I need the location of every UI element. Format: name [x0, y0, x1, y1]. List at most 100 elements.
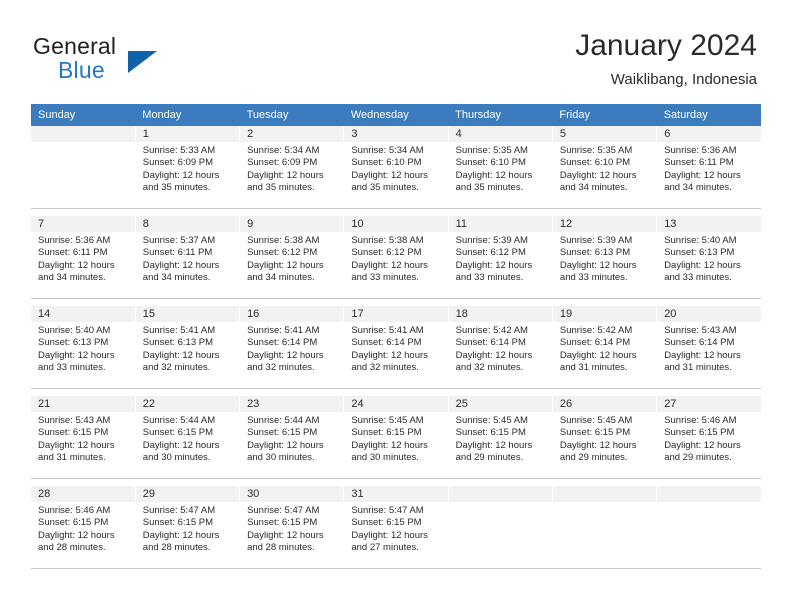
- sunrise-time: Sunrise: 5:39 AM: [559, 235, 633, 246]
- calendar-day-cell[interactable]: 8 Sunrise: 5:37 AM Sunset: 6:11 PM Daylight…: [135, 216, 241, 298]
- day-number: 15: [135, 306, 240, 322]
- day-number: 10: [344, 216, 448, 232]
- day-cell-inner: 14 Sunrise: 5:40 AM Sunset: 6:13 PM Dayligh…: [31, 306, 135, 388]
- calendar-day-cell[interactable]: 4 Sunrise: 5:35 AM Sunset: 6:10 PM Daylight…: [448, 126, 553, 208]
- daylight-duration-line2: and 30 minutes.: [351, 452, 419, 464]
- calendar-empty-cell: [656, 486, 761, 568]
- calendar-day-cell[interactable]: 26 Sunrise: 5:45 AM Sunset: 6:15 PM Dayligh…: [552, 396, 658, 478]
- calendar-week-row: 7 Sunrise: 5:36 AM Sunset: 6:11 PM Daylight…: [31, 216, 761, 298]
- sunrise-time: Sunrise: 5:44 AM: [247, 415, 320, 426]
- day-cell-inner: 7 Sunrise: 5:36 AM Sunset: 6:11 PM Daylight…: [31, 216, 135, 298]
- day-cell-inner: 15 Sunrise: 5:41 AM Sunset: 6:13 PM Dayligh…: [135, 306, 240, 388]
- calendar-day-cell[interactable]: 23 Sunrise: 5:44 AM Sunset: 6:15 PM Dayligh…: [239, 396, 345, 478]
- daylight-duration-line2: and 32 minutes.: [142, 362, 211, 374]
- sunset-time: Sunset: 6:13 PM: [142, 337, 214, 349]
- daylight-duration-line1: Daylight: 12 hours: [664, 259, 741, 271]
- calendar-day-cell[interactable]: 31 Sunrise: 5:47 AM Sunset: 6:15 PM Dayligh…: [343, 486, 449, 568]
- sunset-time: Sunset: 6:12 PM: [351, 247, 422, 259]
- daylight-duration-line2: and 28 minutes.: [142, 542, 211, 554]
- calendar-day-cell[interactable]: 11 Sunrise: 5:39 AM Sunset: 6:12 PM Dayligh…: [448, 216, 553, 298]
- week-separator-row: [31, 568, 761, 576]
- daylight-duration-line2: and 28 minutes.: [38, 542, 106, 554]
- sunrise-time: Sunrise: 5:43 AM: [664, 325, 737, 336]
- week-separator: [31, 478, 761, 486]
- calendar-day-cell[interactable]: 19 Sunrise: 5:42 AM Sunset: 6:14 PM Dayligh…: [552, 306, 658, 388]
- daylight-duration-line2: and 29 minutes.: [559, 452, 628, 464]
- daylight-duration-line2: and 33 minutes.: [559, 272, 628, 284]
- calendar-day-cell[interactable]: 25 Sunrise: 5:45 AM Sunset: 6:15 PM Dayligh…: [448, 396, 553, 478]
- calendar-day-cell[interactable]: 29 Sunrise: 5:47 AM Sunset: 6:15 PM Dayligh…: [135, 486, 241, 568]
- calendar-day-cell[interactable]: 18 Sunrise: 5:42 AM Sunset: 6:14 PM Dayligh…: [448, 306, 553, 388]
- sunrise-time: Sunrise: 5:34 AM: [247, 145, 320, 156]
- daylight-duration-line2: and 34 minutes.: [247, 272, 315, 284]
- day-number: 20: [657, 306, 761, 322]
- sunset-time: Sunset: 6:12 PM: [455, 247, 526, 259]
- day-cell-inner: [552, 486, 657, 568]
- calendar-header-row: Sunday Monday Tuesday Wednesday Thursday…: [31, 104, 761, 126]
- day-number: 19: [552, 306, 657, 322]
- daylight-duration-line1: Daylight: 12 hours: [664, 169, 741, 181]
- calendar-day-cell[interactable]: 12 Sunrise: 5:39 AM Sunset: 6:13 PM Dayligh…: [552, 216, 658, 298]
- sunrise-time: Sunrise: 5:46 AM: [38, 505, 111, 516]
- calendar-day-cell[interactable]: 27 Sunrise: 5:46 AM Sunset: 6:15 PM Dayligh…: [656, 396, 761, 478]
- day-sun-info: Sunrise: 5:34 AM Sunset: 6:10 PM Daylight:…: [344, 142, 447, 195]
- daylight-duration-line1: Daylight: 12 hours: [142, 169, 220, 181]
- week-separator-row: [31, 208, 761, 216]
- calendar-day-cell[interactable]: 14 Sunrise: 5:40 AM Sunset: 6:13 PM Dayligh…: [31, 306, 136, 388]
- daylight-duration-line1: Daylight: 12 hours: [351, 349, 428, 361]
- weekday-header-tuesday: Tuesday: [239, 104, 344, 126]
- calendar-day-cell[interactable]: 16 Sunrise: 5:41 AM Sunset: 6:14 PM Dayligh…: [239, 306, 345, 388]
- calendar-day-cell[interactable]: 2 Sunrise: 5:34 AM Sunset: 6:09 PM Daylight…: [239, 126, 345, 208]
- day-number: 13: [657, 216, 761, 232]
- daylight-duration-line1: Daylight: 12 hours: [247, 529, 324, 541]
- sunrise-time: Sunrise: 5:41 AM: [351, 325, 424, 336]
- calendar-day-cell[interactable]: 24 Sunrise: 5:45 AM Sunset: 6:15 PM Dayligh…: [343, 396, 449, 478]
- day-sun-info: Sunrise: 5:46 AM Sunset: 6:15 PM Daylight:…: [31, 502, 135, 555]
- calendar-day-cell[interactable]: 17 Sunrise: 5:41 AM Sunset: 6:14 PM Dayligh…: [343, 306, 449, 388]
- sunset-time: Sunset: 6:15 PM: [142, 517, 214, 529]
- calendar-day-cell[interactable]: 1 Sunrise: 5:33 AM Sunset: 6:09 PM Daylight…: [135, 126, 241, 208]
- day-cell-inner: 21 Sunrise: 5:43 AM Sunset: 6:15 PM Dayligh…: [31, 396, 135, 478]
- day-cell-inner: 18 Sunrise: 5:42 AM Sunset: 6:14 PM Dayligh…: [448, 306, 552, 388]
- weekday-header-friday: Friday: [552, 104, 657, 126]
- sunset-time: Sunset: 6:15 PM: [351, 517, 422, 529]
- calendar-day-cell[interactable]: 5 Sunrise: 5:35 AM Sunset: 6:10 PM Daylight…: [552, 126, 658, 208]
- day-cell-inner: 1 Sunrise: 5:33 AM Sunset: 6:09 PM Daylight…: [135, 126, 240, 208]
- day-number: 17: [344, 306, 448, 322]
- day-number: 3: [344, 126, 448, 142]
- daylight-duration-line2: and 35 minutes.: [142, 182, 211, 194]
- calendar-day-cell[interactable]: 6 Sunrise: 5:36 AM Sunset: 6:11 PM Daylight…: [656, 126, 761, 208]
- brand-name-blue: Blue: [58, 57, 105, 83]
- day-sun-info: Sunrise: 5:41 AM Sunset: 6:13 PM Daylight:…: [136, 322, 239, 375]
- calendar-day-cell[interactable]: 7 Sunrise: 5:36 AM Sunset: 6:11 PM Daylight…: [31, 216, 136, 298]
- week-separator-row: [31, 478, 761, 486]
- day-sun-info: Sunrise: 5:38 AM Sunset: 6:12 PM Daylight:…: [344, 232, 447, 285]
- calendar-day-cell[interactable]: 20 Sunrise: 5:43 AM Sunset: 6:14 PM Dayligh…: [656, 306, 761, 388]
- daylight-duration-line2: and 32 minutes.: [455, 362, 524, 374]
- calendar-day-cell[interactable]: 13 Sunrise: 5:40 AM Sunset: 6:13 PM Dayligh…: [656, 216, 761, 298]
- sunset-time: Sunset: 6:13 PM: [664, 247, 735, 259]
- calendar-day-cell[interactable]: 30 Sunrise: 5:47 AM Sunset: 6:15 PM Dayligh…: [239, 486, 345, 568]
- calendar-day-cell[interactable]: 28 Sunrise: 5:46 AM Sunset: 6:15 PM Dayligh…: [31, 486, 136, 568]
- calendar-day-cell[interactable]: 9 Sunrise: 5:38 AM Sunset: 6:12 PM Daylight…: [239, 216, 345, 298]
- day-cell-inner: 20 Sunrise: 5:43 AM Sunset: 6:14 PM Dayligh…: [657, 306, 761, 388]
- calendar-day-cell[interactable]: 22 Sunrise: 5:44 AM Sunset: 6:15 PM Dayligh…: [135, 396, 241, 478]
- daylight-duration-line1: Daylight: 12 hours: [351, 439, 428, 451]
- week-separator-row: [31, 298, 761, 306]
- calendar-day-cell[interactable]: 10 Sunrise: 5:38 AM Sunset: 6:12 PM Dayligh…: [343, 216, 449, 298]
- daylight-duration-line2: and 33 minutes.: [664, 272, 732, 284]
- daylight-duration-line2: and 32 minutes.: [247, 362, 315, 374]
- day-sun-info: Sunrise: 5:45 AM Sunset: 6:15 PM Daylight:…: [344, 412, 447, 465]
- daylight-duration-line2: and 32 minutes.: [351, 362, 419, 374]
- calendar-day-cell[interactable]: 3 Sunrise: 5:34 AM Sunset: 6:10 PM Daylight…: [343, 126, 449, 208]
- daylight-duration-line1: Daylight: 12 hours: [455, 259, 533, 271]
- week-separator-line: [31, 388, 761, 389]
- day-number: 24: [344, 396, 448, 412]
- daylight-duration-line2: and 34 minutes.: [559, 182, 628, 194]
- calendar-day-cell[interactable]: 15 Sunrise: 5:41 AM Sunset: 6:13 PM Dayligh…: [135, 306, 241, 388]
- daylight-duration-line1: Daylight: 12 hours: [38, 259, 115, 271]
- day-sun-info: Sunrise: 5:47 AM Sunset: 6:15 PM Daylight:…: [136, 502, 239, 555]
- daylight-duration-line1: Daylight: 12 hours: [664, 439, 741, 451]
- day-number: [31, 126, 135, 142]
- calendar-day-cell[interactable]: 21 Sunrise: 5:43 AM Sunset: 6:15 PM Dayligh…: [31, 396, 136, 478]
